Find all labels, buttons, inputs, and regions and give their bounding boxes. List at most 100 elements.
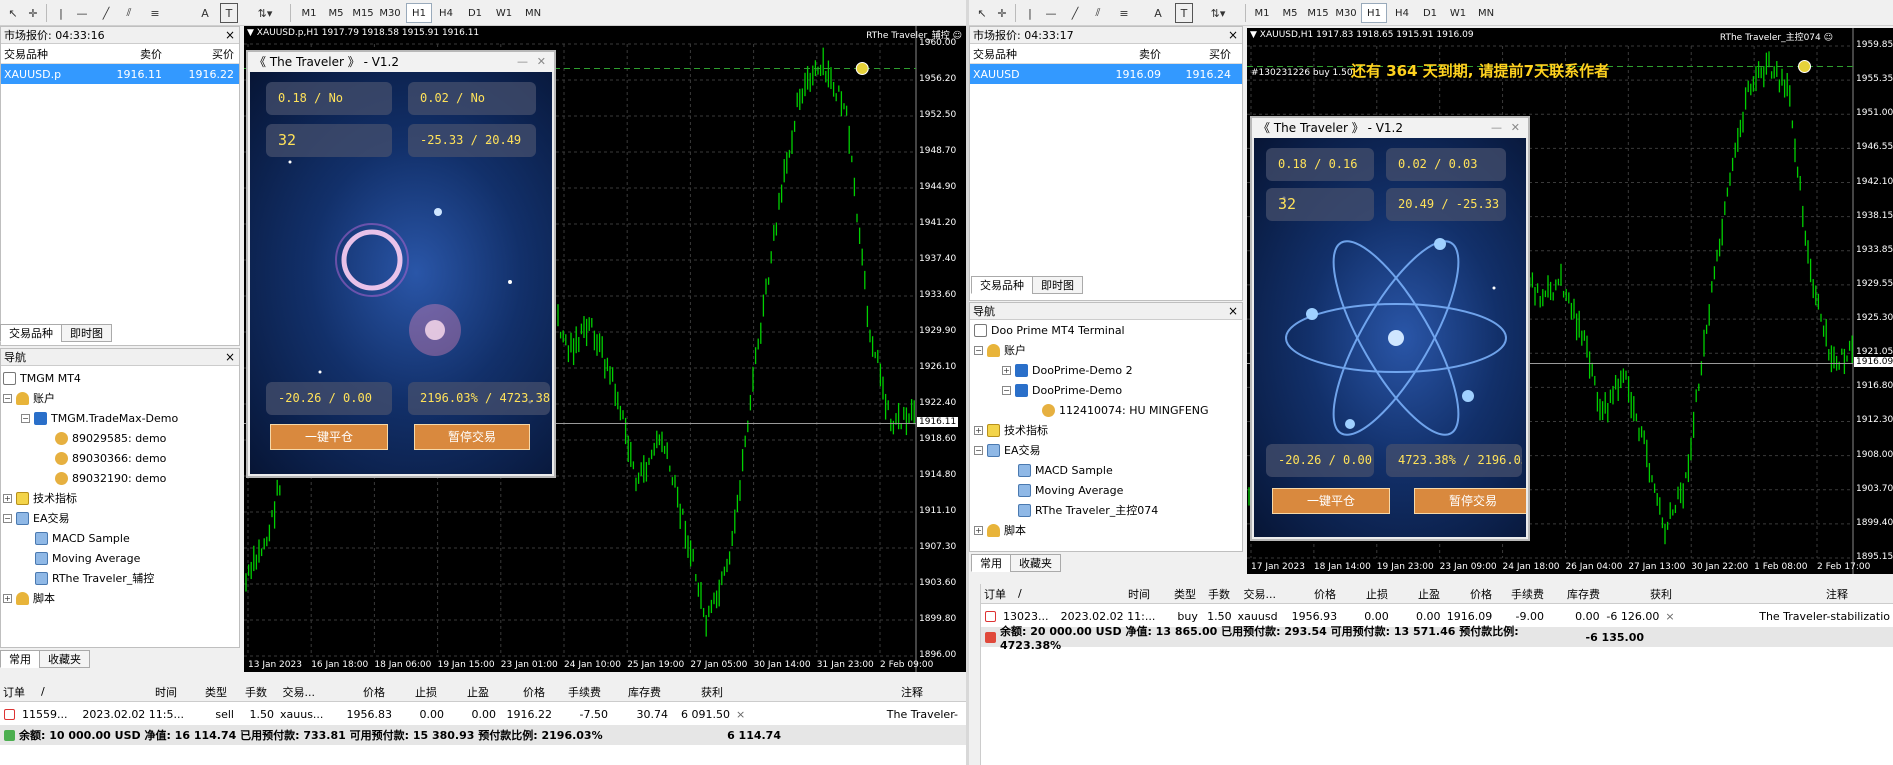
quote-row[interactable]: XAUUSD.p 1916.11 1916.22: [1, 64, 239, 84]
nav-accounts[interactable]: − 账户: [974, 341, 1026, 359]
tf-m30[interactable]: M30: [1333, 3, 1359, 23]
tf-m15[interactable]: M15: [1305, 3, 1331, 23]
nav-user[interactable]: 89029585: demo: [55, 429, 166, 447]
tf-m5[interactable]: M5: [1277, 3, 1303, 23]
column-header[interactable]: /: [38, 685, 72, 698]
pause-trading-button[interactable]: 暂停交易: [414, 424, 530, 450]
column-header[interactable]: 注释: [726, 684, 926, 700]
column-header[interactable]: 交易...: [1233, 586, 1279, 602]
tab-symbols[interactable]: 交易品种: [971, 276, 1033, 294]
column-header[interactable]: 获利: [1603, 586, 1675, 602]
tf-m1[interactable]: M1: [296, 3, 322, 23]
vertical-line-icon[interactable]: |: [52, 3, 70, 23]
close-order-icon[interactable]: ×: [733, 708, 755, 721]
column-header[interactable]: 价格: [1279, 586, 1339, 602]
nav-server[interactable]: + DooPrime-Demo 2: [1002, 361, 1133, 379]
column-header[interactable]: 手续费: [548, 684, 604, 700]
nav-server[interactable]: − TMGM.TradeMax-Demo: [21, 409, 178, 427]
nav-scripts[interactable]: + 脚本: [974, 521, 1026, 539]
column-header[interactable]: 手数: [230, 684, 270, 700]
channel-icon[interactable]: ⫽: [118, 3, 140, 23]
tab-tick-chart[interactable]: 即时图: [61, 324, 112, 342]
column-header[interactable]: 注释: [1675, 586, 1851, 602]
tf-d1[interactable]: D1: [462, 3, 488, 23]
fibonacci-icon[interactable]: ≡: [144, 3, 166, 23]
nav-ea-item[interactable]: Moving Average: [35, 549, 140, 567]
close-icon[interactable]: ×: [1228, 27, 1238, 44]
tab-common[interactable]: 常用: [0, 650, 40, 668]
column-header[interactable]: /: [1015, 587, 1055, 600]
nav-root[interactable]: TMGM MT4: [3, 369, 81, 387]
column-header[interactable]: 订单: [0, 684, 38, 700]
nav-root[interactable]: Doo Prime MT4 Terminal: [974, 321, 1125, 339]
vertical-line-icon[interactable]: |: [1021, 3, 1039, 23]
trendline-icon[interactable]: ╱: [96, 3, 116, 23]
horizontal-line-icon[interactable]: —: [1041, 3, 1061, 23]
channel-icon[interactable]: ⫽: [1087, 3, 1109, 23]
column-header[interactable]: 时间: [1055, 586, 1153, 602]
close-icon[interactable]: ✕: [1511, 118, 1520, 138]
tab-favorites[interactable]: 收藏夹: [1010, 554, 1061, 572]
close-icon[interactable]: ×: [225, 27, 235, 44]
minimize-icon[interactable]: —: [517, 52, 528, 72]
tab-symbols[interactable]: 交易品种: [0, 324, 62, 342]
terminal-side-handle[interactable]: [969, 584, 981, 765]
tab-tick-chart[interactable]: 即时图: [1032, 276, 1083, 294]
trendline-icon[interactable]: ╱: [1065, 3, 1085, 23]
tf-h1[interactable]: H1: [406, 3, 432, 23]
column-header[interactable]: 交易...: [270, 684, 318, 700]
tf-mn[interactable]: MN: [520, 3, 546, 23]
close-icon[interactable]: ✕: [537, 52, 546, 72]
tf-w1[interactable]: W1: [1445, 3, 1471, 23]
tf-h4[interactable]: H4: [1389, 3, 1415, 23]
nav-ea-item[interactable]: RThe Traveler_辅控: [35, 569, 154, 587]
nav-ea-item[interactable]: RThe Traveler_主控074: [1018, 501, 1158, 519]
crosshair-icon[interactable]: ✛: [993, 3, 1011, 23]
tf-m30[interactable]: M30: [377, 3, 403, 23]
tf-m15[interactable]: M15: [350, 3, 376, 23]
horizontal-line-icon[interactable]: —: [72, 3, 92, 23]
order-marker-icon[interactable]: [1798, 59, 1812, 73]
tf-m5[interactable]: M5: [323, 3, 349, 23]
close-icon[interactable]: ×: [225, 349, 235, 366]
column-header[interactable]: 手续费: [1495, 586, 1547, 602]
text-tool-icon[interactable]: A: [1149, 3, 1167, 23]
quote-row[interactable]: XAUUSD 1916.09 1916.24: [970, 64, 1242, 84]
column-header[interactable]: 时间: [72, 684, 180, 700]
column-header[interactable]: 库存费: [604, 684, 664, 700]
shapes-dropdown-icon[interactable]: ⇅▾: [252, 3, 278, 23]
nav-ea-item[interactable]: MACD Sample: [35, 529, 130, 547]
tf-d1[interactable]: D1: [1417, 3, 1443, 23]
nav-indicators[interactable]: + 技术指标: [3, 489, 77, 507]
column-header[interactable]: 价格: [1443, 586, 1495, 602]
tab-common[interactable]: 常用: [971, 554, 1011, 572]
order-marker-icon[interactable]: [855, 61, 869, 75]
column-header[interactable]: 价格: [318, 684, 388, 700]
order-row[interactable]: 11559... 2023.02.02 11:5... sell 1.50 xauus.…: [0, 704, 966, 724]
minimize-icon[interactable]: —: [1491, 118, 1502, 138]
text-tool-icon[interactable]: A: [196, 3, 214, 23]
close-all-button[interactable]: 一键平仓: [270, 424, 388, 450]
column-header[interactable]: 止盈: [1391, 586, 1443, 602]
close-all-button[interactable]: 一键平仓: [1272, 488, 1390, 514]
tf-m1[interactable]: M1: [1249, 3, 1275, 23]
cursor-icon[interactable]: ↖: [4, 3, 22, 23]
nav-expert-advisors[interactable]: − EA交易: [3, 509, 69, 527]
tf-mn[interactable]: MN: [1473, 3, 1499, 23]
tf-w1[interactable]: W1: [491, 3, 517, 23]
column-header[interactable]: 止损: [388, 684, 440, 700]
nav-accounts[interactable]: − 账户: [3, 389, 55, 407]
column-header[interactable]: 库存费: [1547, 586, 1603, 602]
column-header[interactable]: 止损: [1339, 586, 1391, 602]
close-order-icon[interactable]: ×: [1662, 610, 1680, 623]
column-header[interactable]: 止盈: [440, 684, 492, 700]
label-tool-icon[interactable]: T: [1175, 3, 1193, 23]
column-header[interactable]: 订单: [981, 586, 1015, 602]
nav-user[interactable]: 89032190: demo: [55, 469, 166, 487]
nav-user[interactable]: 112410074: HU MINGFENG: [1042, 401, 1209, 419]
tf-h1[interactable]: H1: [1361, 3, 1387, 23]
nav-server[interactable]: − DooPrime-Demo: [1002, 381, 1122, 399]
nav-indicators[interactable]: + 技术指标: [974, 421, 1048, 439]
fibonacci-icon[interactable]: ≡: [1113, 3, 1135, 23]
column-header[interactable]: 类型: [1153, 586, 1199, 602]
